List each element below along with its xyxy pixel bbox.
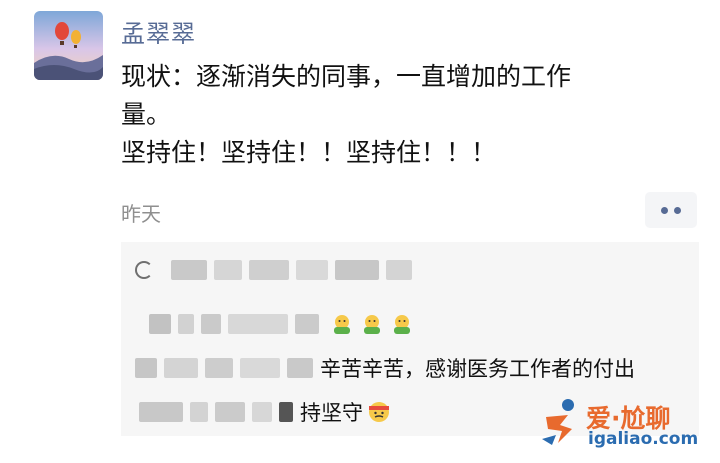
comment-item[interactable]: 辛苦辛苦，感谢医务工作者的付出 [135, 350, 635, 386]
post-line: 现状：逐渐消失的同事，一直增加的工作 [121, 62, 572, 91]
blurred-name [214, 260, 242, 280]
post-line: 坚持住！坚持住！！坚持住！！！ [121, 138, 497, 167]
more-actions-button[interactable] [645, 192, 697, 228]
post-time: 昨天 [121, 202, 161, 226]
more-dot-icon [674, 206, 681, 214]
author-name[interactable]: 孟翠翠 [121, 14, 196, 49]
blurred-name [190, 402, 208, 422]
blurred-name [252, 402, 272, 422]
blurred-name [296, 260, 328, 280]
blurred-name [295, 314, 319, 334]
blurred-name [287, 358, 313, 378]
post-line: 量。 [121, 100, 172, 129]
blurred-name [335, 260, 379, 280]
hug-emoji-icon [334, 315, 350, 334]
comment-text: 持坚守 [300, 401, 363, 425]
comment-text: 辛苦辛苦，感谢医务工作者的付出 [320, 357, 635, 381]
blurred-name [178, 314, 194, 334]
watermark-logo-icon [542, 399, 574, 445]
watermark-url: igaliao.com [588, 429, 699, 449]
hug-emoji-icon [364, 315, 380, 334]
avatar[interactable] [34, 11, 103, 80]
blurred-name [164, 358, 198, 378]
comment-item[interactable]: 持坚守 [139, 394, 391, 430]
blurred-name [135, 358, 157, 378]
blurred-name [215, 402, 245, 422]
blurred-name [149, 314, 171, 334]
headband-emoji-icon [369, 402, 389, 422]
hug-emoji-icon [394, 315, 410, 334]
blurred-name [386, 260, 412, 280]
comment-item[interactable] [149, 306, 414, 342]
emoji-group [330, 312, 414, 336]
blurred-name [201, 314, 221, 334]
site-watermark: 爱·尬聊 igaliao.com [538, 395, 708, 455]
blurred-name [139, 402, 183, 422]
like-icon [135, 261, 153, 279]
blurred-name [228, 314, 288, 334]
post-text: 现状：逐渐消失的同事，一直增加的工作 量。 坚持住！坚持住！！坚持住！！！ [121, 58, 661, 172]
likes-row [135, 252, 419, 288]
blurred-name [205, 358, 233, 378]
blurred-name [279, 402, 293, 422]
blurred-name [171, 260, 207, 280]
blurred-name [249, 260, 289, 280]
blurred-name [240, 358, 280, 378]
more-dot-icon [661, 206, 668, 214]
